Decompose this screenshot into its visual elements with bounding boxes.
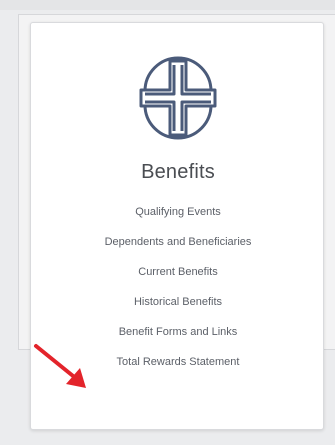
benefit-forms-links-link[interactable]: Benefit Forms and Links: [119, 326, 238, 338]
dependents-beneficiaries-link[interactable]: Dependents and Beneficiaries: [105, 236, 252, 248]
link-qualifying-events: Qualifying Events: [31, 203, 325, 233]
current-benefits-link[interactable]: Current Benefits: [138, 266, 217, 278]
red-arrow-annotation: [34, 344, 86, 388]
link-current-benefits: Current Benefits: [31, 263, 325, 293]
page: Benefits Qualifying Events Dependents an…: [0, 0, 335, 445]
top-edge: [0, 0, 335, 10]
total-rewards-statement-link[interactable]: Total Rewards Statement: [117, 356, 240, 368]
historical-benefits-link[interactable]: Historical Benefits: [134, 296, 222, 308]
card-title: Benefits: [141, 161, 215, 183]
link-historical-benefits: Historical Benefits: [31, 293, 325, 323]
link-dependents-beneficiaries: Dependents and Beneficiaries: [31, 233, 325, 263]
qualifying-events-link[interactable]: Qualifying Events: [135, 206, 221, 218]
benefits-cross-globe-icon: [139, 56, 217, 140]
